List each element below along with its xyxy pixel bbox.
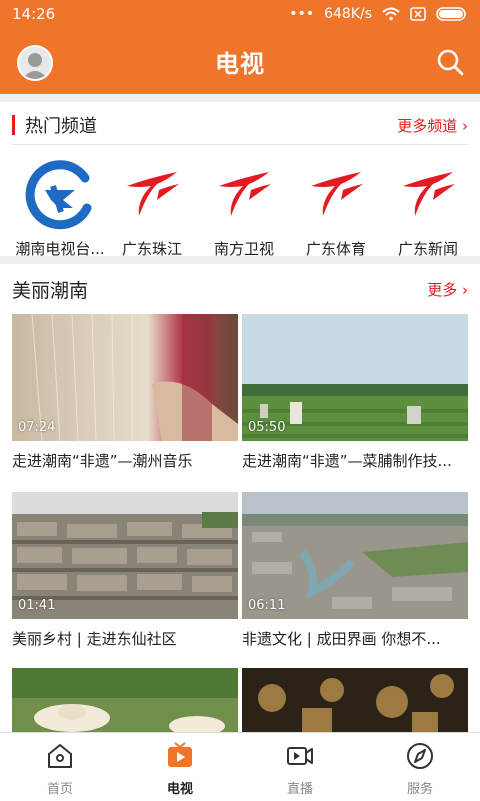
tv-icon <box>168 742 192 767</box>
tab-label: 电视 <box>166 782 193 797</box>
wifi-icon <box>382 7 400 21</box>
search-icon[interactable] <box>436 48 464 76</box>
video-card[interactable]: 05:50 走进潮南“非遗”—菜脯制作技... <box>242 314 468 471</box>
video-thumbnail[interactable]: 05:50 <box>242 314 468 441</box>
section-gap <box>0 94 480 102</box>
video-card[interactable] <box>12 668 238 732</box>
hot-channels-title: 热门频道 <box>25 116 97 137</box>
more-videos-link[interactable]: 更多 › <box>427 279 468 300</box>
gdtv-logo-icon <box>127 172 179 216</box>
tab-service[interactable]: 服务 <box>360 733 480 801</box>
video-duration: 01:41 <box>18 598 56 613</box>
woodcarving-thumbnail-image <box>242 668 468 732</box>
tab-live[interactable]: 直播 <box>240 733 360 801</box>
video-duration: 06:11 <box>248 598 286 613</box>
battery-icon <box>436 7 466 21</box>
video-icon <box>287 747 313 765</box>
bottom-tab-bar: 首页 电视 直播 服务 <box>0 732 480 800</box>
beauty-chaonan-title: 美丽潮南 <box>12 279 89 302</box>
video-duration: 07:24 <box>18 420 56 435</box>
video-thumbnail[interactable] <box>12 668 238 732</box>
video-title: 美丽乡村 | 走进东仙社区 <box>12 630 177 648</box>
user-avatar-icon <box>19 47 51 79</box>
more-videos-label: 更多 <box>427 280 458 299</box>
sim-icon <box>410 7 426 21</box>
channel-item[interactable]: 广东新闻 <box>382 152 474 258</box>
status-bar: 14:26 ••• 648K/s <box>0 0 480 28</box>
section-marker <box>12 115 15 135</box>
network-speed: 648K/s <box>324 6 372 22</box>
gdtv-logo-icon <box>311 172 363 216</box>
tab-label: 首页 <box>46 782 73 797</box>
farmers-thumbnail-image <box>12 668 238 732</box>
tab-label: 直播 <box>286 782 313 797</box>
video-thumbnail[interactable] <box>242 668 468 732</box>
video-title: 走进潮南“非遗”—潮州音乐 <box>12 452 193 470</box>
channel-item[interactable]: 广东珠江 <box>106 152 198 258</box>
chevron-right-icon: › <box>462 116 468 135</box>
more-channels-label: 更多频道 <box>397 116 458 135</box>
video-duration: 05:50 <box>248 420 286 435</box>
status-time: 14:26 <box>12 5 56 23</box>
gdtv-logo-icon <box>219 172 271 216</box>
chaonan-tv-logo-icon <box>25 160 92 230</box>
tab-home[interactable]: 首页 <box>0 733 120 801</box>
video-thumbnail[interactable]: 06:11 <box>242 492 468 619</box>
hot-channels-header: 热门频道 更多频道 › <box>0 112 480 138</box>
video-title: 走进潮南“非遗”—菜脯制作技... <box>242 452 452 470</box>
divider <box>12 144 468 145</box>
channel-list: 潮南电视台... 广东珠江 南方卫视 广东体育 广东新闻 <box>0 152 480 258</box>
status-indicators: ••• 648K/s <box>289 6 468 22</box>
video-card[interactable] <box>242 668 468 732</box>
avatar[interactable] <box>17 45 53 81</box>
video-card[interactable]: 06:11 非遗文化 | 成田界画 你想不... <box>242 492 468 649</box>
section-gap <box>0 256 480 264</box>
channel-item[interactable]: 南方卫视 <box>198 152 290 258</box>
app-header: 电视 <box>0 28 480 94</box>
more-dots-icon: ••• <box>289 6 315 22</box>
video-thumbnail[interactable]: 07:24 <box>12 314 238 441</box>
beauty-chaonan-header: 美丽潮南 更多 › <box>0 276 480 302</box>
more-channels-link[interactable]: 更多频道 › <box>397 115 468 136</box>
tab-label: 服务 <box>406 782 433 797</box>
page-title: 电视 <box>215 49 265 78</box>
video-title: 非遗文化 | 成田界画 你想不... <box>242 630 441 648</box>
compass-icon <box>407 743 433 769</box>
video-card[interactable]: 07:24 走进潮南“非遗”—潮州音乐 <box>12 314 238 471</box>
channel-item[interactable]: 潮南电视台... <box>14 152 106 258</box>
video-thumbnail[interactable]: 01:41 <box>12 492 238 619</box>
gdtv-logo-icon <box>403 172 455 216</box>
home-icon <box>48 744 72 768</box>
channel-item[interactable]: 广东体育 <box>290 152 382 258</box>
tab-tv[interactable]: 电视 <box>120 733 240 801</box>
video-card[interactable]: 01:41 美丽乡村 | 走进东仙社区 <box>12 492 238 649</box>
chevron-right-icon: › <box>462 280 468 299</box>
